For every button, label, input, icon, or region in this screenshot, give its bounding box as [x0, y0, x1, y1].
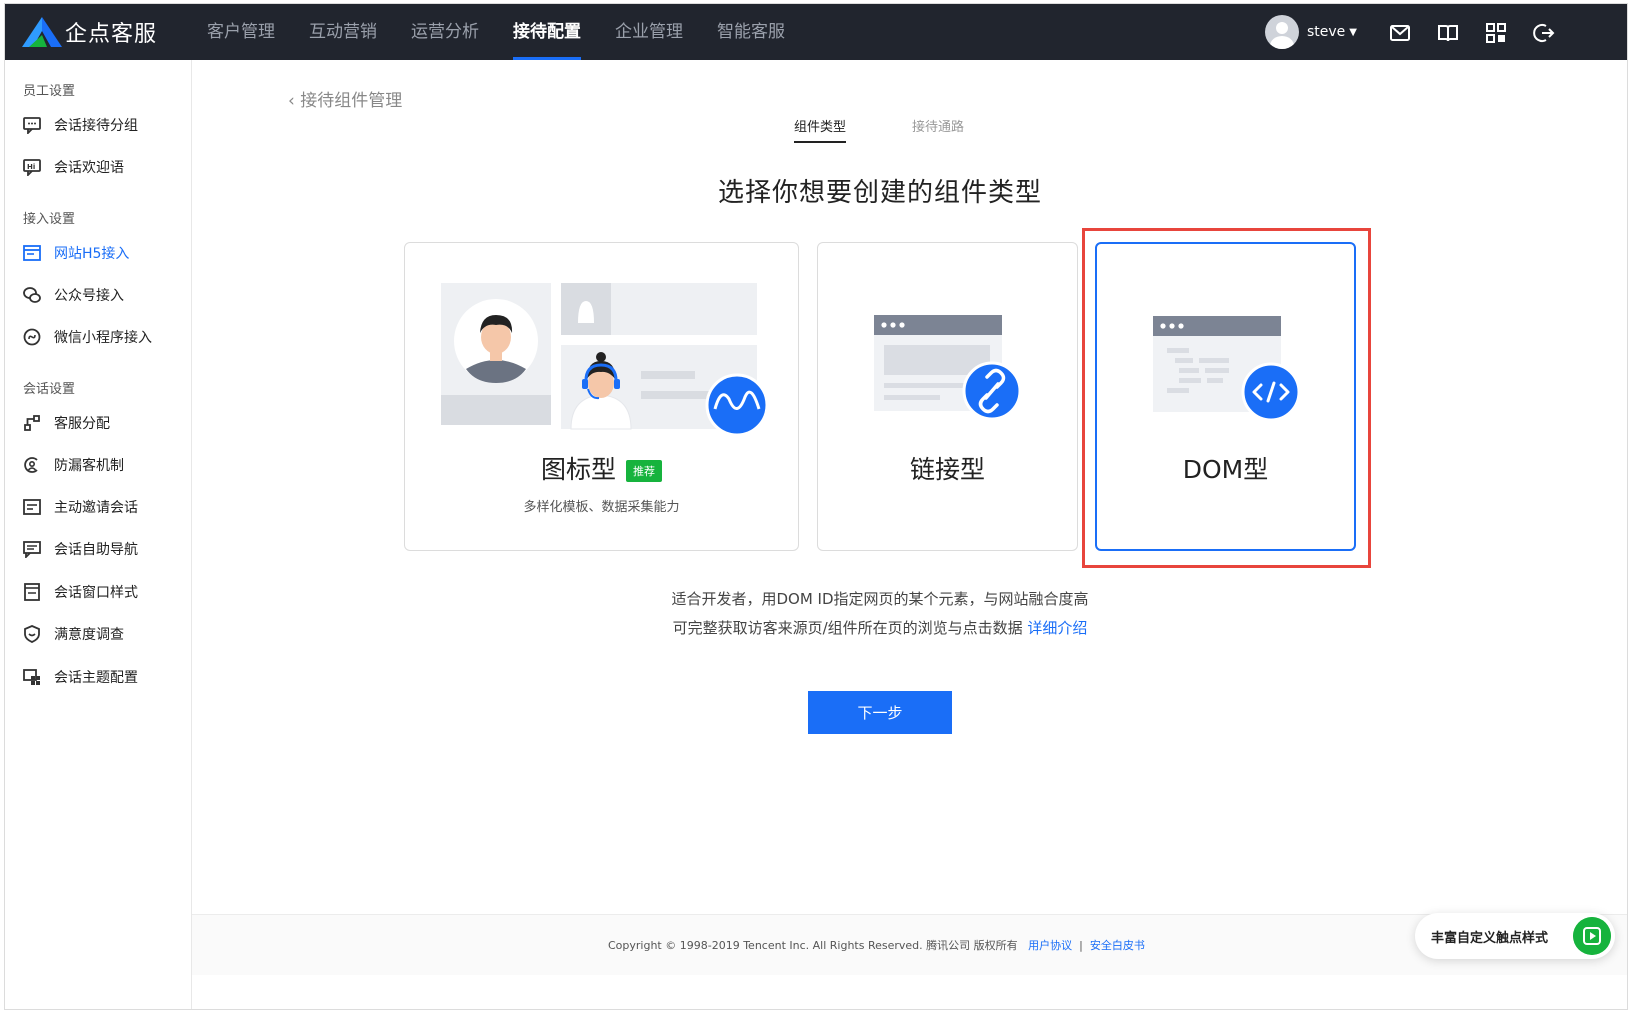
main-nav: 客户管理 互动营销 运营分析 接待配置 企业管理 智能客服 — [207, 4, 819, 60]
sidebar-item-anti-loss[interactable]: 防漏客机制 — [23, 453, 124, 477]
custom-style-floating-button[interactable]: 丰富自定义触点样式 — [1415, 913, 1615, 959]
sidebar-item-wechat-account[interactable]: 公众号接入 — [23, 283, 124, 307]
user-menu[interactable]: steve ▼ — [1265, 15, 1357, 49]
sidebar-section-access: 接入设置 — [23, 212, 76, 227]
back-label: 接待组件管理 — [300, 91, 403, 111]
link-type-illustration — [874, 315, 1022, 421]
sidebar-item-invite[interactable]: 主动邀请会话 — [23, 495, 138, 519]
selection-highlight — [1082, 228, 1371, 568]
logo-icon — [22, 17, 62, 47]
logout-icon[interactable] — [1533, 22, 1555, 44]
wechat-icon — [23, 287, 41, 303]
nav-enterprise-management[interactable]: 企业管理 — [615, 4, 683, 60]
card-title: 图标型 — [540, 455, 616, 484]
sidebar-item-label: 公众号接入 — [54, 288, 124, 304]
card-subtitle: 多样化模板、数据采集能力 — [523, 500, 680, 515]
mail-icon[interactable] — [1389, 22, 1411, 44]
app-name: 企点客服 — [65, 22, 158, 47]
logo[interactable]: 企点客服 — [21, 14, 157, 50]
sidebar-item-theme[interactable]: 会话主题配置 — [23, 665, 138, 689]
grid-icon[interactable] — [1485, 22, 1507, 44]
tabs: 组件类型 接待通路 — [794, 116, 1030, 143]
icon-type-illustration — [441, 283, 769, 437]
back-link[interactable]: ‹ 接待组件管理 — [288, 86, 402, 111]
card-title-row: 图标型 推荐 — [405, 450, 798, 486]
book-icon[interactable] — [1437, 22, 1459, 44]
chat-group-icon — [23, 117, 41, 134]
sidebar-item-miniprogram[interactable]: 微信小程序接入 — [23, 325, 152, 349]
sidebar-item-distribution[interactable]: 客服分配 — [23, 411, 110, 435]
sidebar-item-label: 会话主题配置 — [54, 670, 138, 686]
next-button[interactable]: 下一步 — [808, 691, 952, 734]
nav-customer-management[interactable]: 客户管理 — [207, 4, 275, 60]
sidebar-item-web-h5[interactable]: 网站H5接入 — [23, 241, 129, 265]
user-agreement-link[interactable]: 用户协议 — [1028, 939, 1072, 952]
svg-text:Hi: Hi — [27, 163, 35, 171]
card-icon-type[interactable]: 图标型 推荐 多样化模板、数据采集能力 — [404, 242, 799, 551]
nav-reception-config[interactable]: 接待配置 — [513, 4, 581, 60]
top-navbar: 企点客服 客户管理 互动营销 运营分析 接待配置 企业管理 智能客服 steve… — [5, 4, 1627, 60]
sidebar-item-label: 会话接待分组 — [54, 118, 138, 134]
description-line-2: 可完整获取访客来源页/组件所在页的浏览与点击数据 详细介绍 — [5, 617, 1627, 638]
anti-loss-icon — [24, 457, 38, 473]
avatar — [1265, 15, 1299, 49]
sidebar-item-chat-group[interactable]: 会话接待分组 — [23, 113, 138, 137]
sidebar-item-label: 客服分配 — [54, 416, 110, 432]
description-line-1: 适合开发者，用DOM ID指定网页的某个元素，与网站融合度高 — [671, 590, 1089, 608]
sidebar-item-navigation[interactable]: 会话自助导航 — [23, 537, 138, 561]
play-icon — [1573, 917, 1611, 955]
chevron-left-icon: ‹ — [288, 91, 295, 111]
recommend-badge: 推荐 — [626, 460, 662, 482]
invite-icon — [23, 499, 41, 515]
nav-smart-service[interactable]: 智能客服 — [717, 4, 785, 60]
nav-interactive-marketing[interactable]: 互动营销 — [309, 4, 377, 60]
tab-component-type[interactable]: 组件类型 — [794, 116, 847, 143]
floating-button-label: 丰富自定义触点样式 — [1431, 930, 1549, 946]
sidebar-item-label: 主动邀请会话 — [54, 500, 138, 516]
sidebar-item-label: 防漏客机制 — [54, 458, 124, 474]
caret-down-icon: ▼ — [1349, 26, 1357, 38]
page-title: 选择你想要创建的组件类型 — [717, 178, 1042, 208]
sidebar-item-label: 微信小程序接入 — [54, 330, 152, 346]
copyright-text: Copyright © 1998-2019 Tencent Inc. All R… — [608, 939, 1018, 952]
details-link[interactable]: 详细介绍 — [1027, 619, 1087, 637]
theme-icon — [23, 669, 40, 685]
sidebar-section-staff: 员工设置 — [23, 84, 76, 99]
user-name: steve — [1307, 24, 1346, 40]
sidebar-item-label: 网站H5接入 — [54, 246, 130, 262]
footer-separator: | — [1079, 939, 1083, 952]
card-link-type[interactable]: 链接型 — [817, 242, 1078, 551]
card-title: 链接型 — [909, 455, 985, 484]
security-whitepaper-link[interactable]: 安全白皮书 — [1090, 939, 1145, 952]
miniprogram-icon — [23, 328, 41, 346]
app-window: 企点客服 客户管理 互动营销 运营分析 接待配置 企业管理 智能客服 steve… — [4, 3, 1628, 1010]
description-text: 可完整获取访客来源页/组件所在页的浏览与点击数据 — [672, 619, 1023, 637]
distribute-icon — [24, 415, 40, 431]
footer: Copyright © 1998-2019 Tencent Inc. All R… — [192, 914, 1627, 975]
sidebar-item-label: 会话自助导航 — [54, 542, 138, 558]
tab-reception-channel[interactable]: 接待通路 — [912, 116, 964, 143]
sidebar-section-session: 会话设置 — [23, 382, 76, 397]
footer-content: Copyright © 1998-2019 Tencent Inc. All R… — [608, 937, 1145, 953]
nav-operation-analysis[interactable]: 运营分析 — [411, 4, 479, 60]
navigation-icon — [23, 541, 41, 558]
web-icon — [23, 245, 41, 261]
